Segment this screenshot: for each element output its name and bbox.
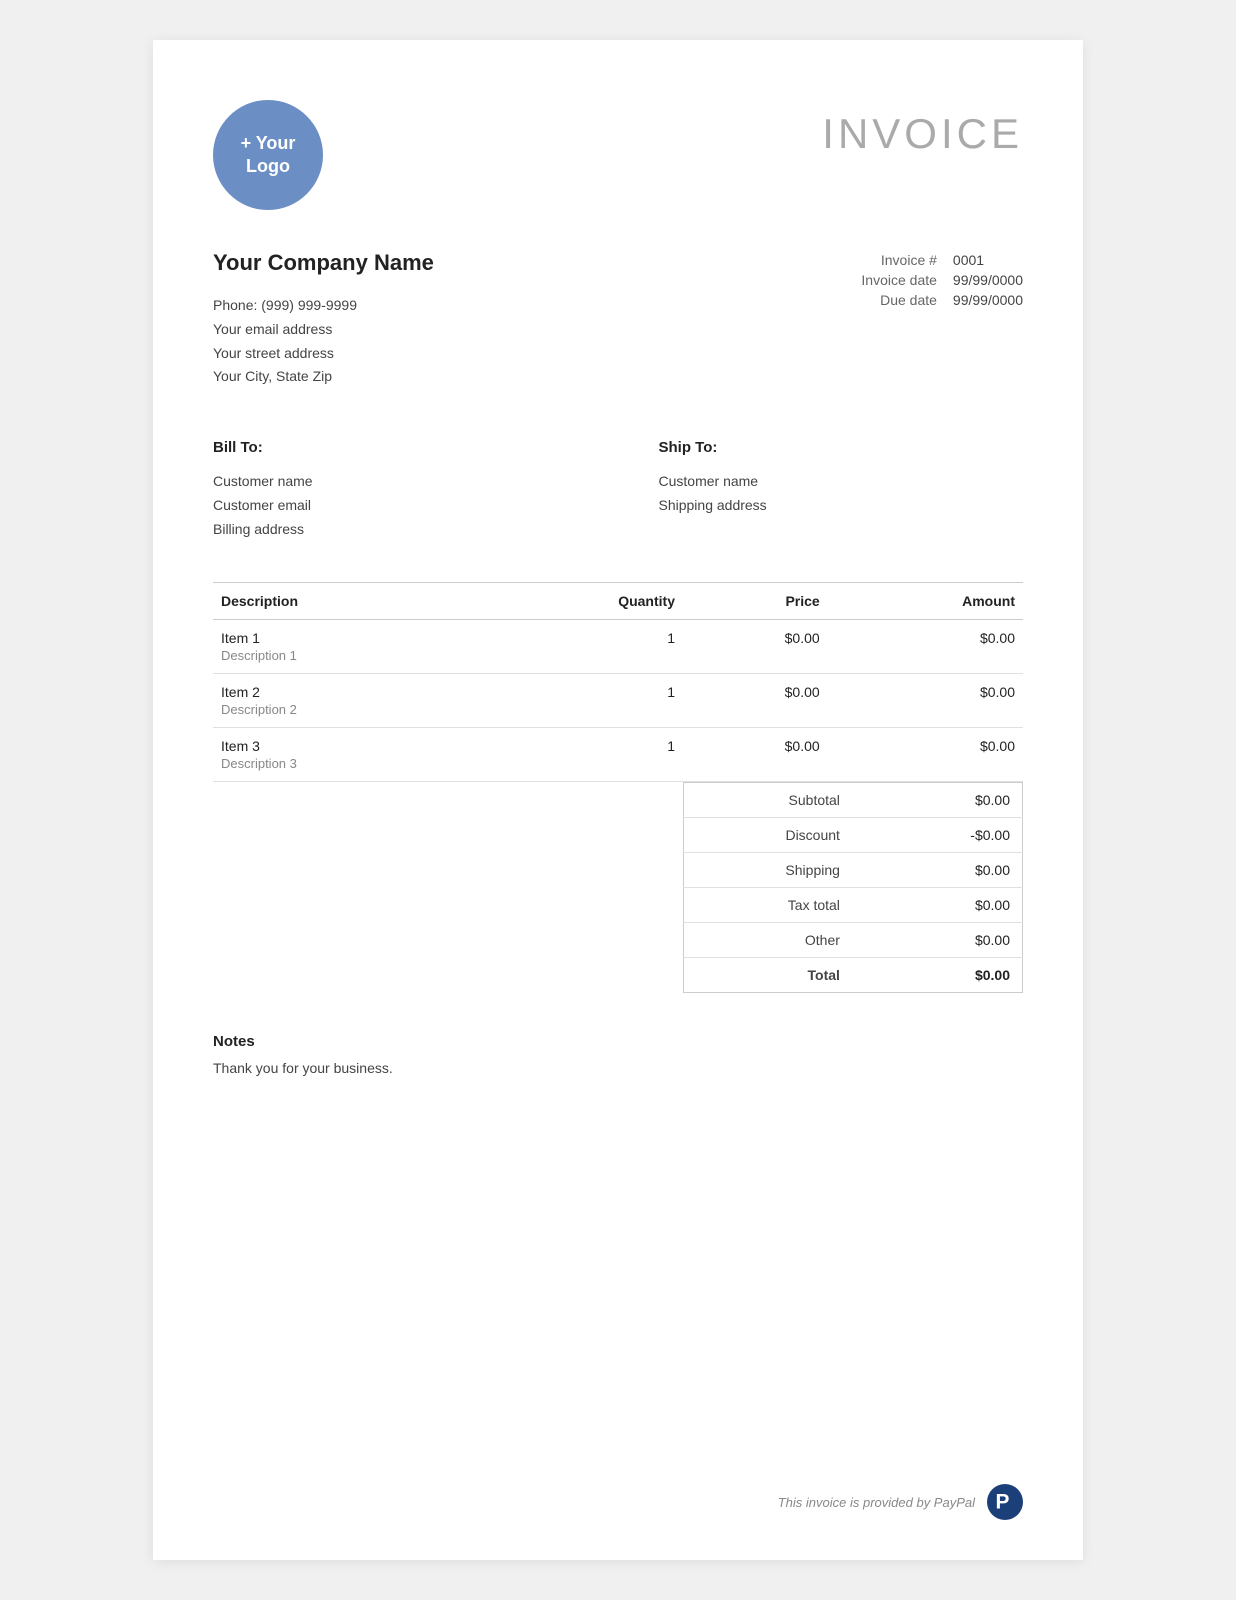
footer: This invoice is provided by PayPal P bbox=[778, 1484, 1023, 1520]
shipping-value: $0.00 bbox=[852, 852, 1023, 887]
table-row: Item 1 1 $0.00 $0.00 bbox=[213, 619, 1023, 648]
invoice-number-label: Invoice # bbox=[851, 250, 937, 270]
ship-shipping-address: Shipping address bbox=[659, 494, 1024, 518]
bill-customer-email: Customer email bbox=[213, 494, 578, 518]
totals-section: Subtotal $0.00 Discount -$0.00 Shipping … bbox=[213, 782, 1023, 993]
tax-value: $0.00 bbox=[852, 887, 1023, 922]
list-item: Description 1 bbox=[213, 648, 1023, 674]
other-row: Other $0.00 bbox=[684, 922, 1023, 957]
bill-customer-name: Customer name bbox=[213, 470, 578, 494]
company-email: Your email address bbox=[213, 318, 434, 342]
ship-to-details: Customer name Shipping address bbox=[659, 470, 1024, 518]
list-item: Description 2 bbox=[213, 702, 1023, 728]
logo-line1: + Your bbox=[241, 132, 296, 155]
shipping-row: Shipping $0.00 bbox=[684, 852, 1023, 887]
col-description: Description bbox=[213, 582, 477, 619]
item-amount-2: $0.00 bbox=[828, 727, 1023, 756]
ship-to: Ship To: Customer name Shipping address bbox=[659, 439, 1024, 541]
invoice-date-value: 99/99/0000 bbox=[937, 270, 1023, 290]
col-amount: Amount bbox=[828, 582, 1023, 619]
header: + Your Logo INVOICE bbox=[213, 100, 1023, 210]
company-details: Phone: (999) 999-9999 Your email address… bbox=[213, 294, 434, 389]
items-table: Description Quantity Price Amount Item 1… bbox=[213, 582, 1023, 782]
bill-to-details: Customer name Customer email Billing add… bbox=[213, 470, 578, 541]
item-price-0: $0.00 bbox=[683, 619, 828, 648]
discount-row: Discount -$0.00 bbox=[684, 817, 1023, 852]
col-quantity: Quantity bbox=[477, 582, 683, 619]
due-date-label: Due date bbox=[851, 290, 937, 310]
invoice-page: + Your Logo INVOICE Your Company Name Ph… bbox=[153, 40, 1083, 1560]
invoice-date-label: Invoice date bbox=[851, 270, 937, 290]
footer-text: This invoice is provided by PayPal bbox=[778, 1495, 975, 1510]
bill-to: Bill To: Customer name Customer email Bi… bbox=[213, 439, 578, 541]
notes-section: Notes Thank you for your business. bbox=[213, 1033, 1023, 1076]
shipping-label: Shipping bbox=[684, 852, 852, 887]
logo-button[interactable]: + Your Logo bbox=[213, 100, 323, 210]
svg-text:P: P bbox=[996, 1491, 1010, 1514]
paypal-icon: P bbox=[987, 1484, 1023, 1520]
billing-section: Bill To: Customer name Customer email Bi… bbox=[213, 439, 1023, 541]
table-row: Item 3 1 $0.00 $0.00 bbox=[213, 727, 1023, 756]
item-qty-1: 1 bbox=[477, 673, 683, 702]
notes-heading: Notes bbox=[213, 1033, 1023, 1050]
table-row: Item 2 1 $0.00 $0.00 bbox=[213, 673, 1023, 702]
subtotal-label: Subtotal bbox=[684, 782, 852, 817]
item-price-2: $0.00 bbox=[683, 727, 828, 756]
item-amount-0: $0.00 bbox=[828, 619, 1023, 648]
other-value: $0.00 bbox=[852, 922, 1023, 957]
ship-to-heading: Ship To: bbox=[659, 439, 1024, 456]
ship-customer-name: Customer name bbox=[659, 470, 1024, 494]
notes-text: Thank you for your business. bbox=[213, 1060, 1023, 1076]
total-label: Total bbox=[684, 957, 852, 992]
item-desc-1: Description 2 bbox=[213, 702, 1023, 728]
invoice-number-value: 0001 bbox=[937, 250, 1023, 270]
bill-to-heading: Bill To: bbox=[213, 439, 578, 456]
total-value: $0.00 bbox=[852, 957, 1023, 992]
item-desc-0: Description 1 bbox=[213, 648, 1023, 674]
discount-label: Discount bbox=[684, 817, 852, 852]
item-price-1: $0.00 bbox=[683, 673, 828, 702]
invoice-title: INVOICE bbox=[822, 110, 1023, 158]
tax-row: Tax total $0.00 bbox=[684, 887, 1023, 922]
item-qty-2: 1 bbox=[477, 727, 683, 756]
item-amount-1: $0.00 bbox=[828, 673, 1023, 702]
company-left: Your Company Name Phone: (999) 999-9999 … bbox=[213, 250, 434, 389]
item-name-1: Item 2 bbox=[213, 673, 477, 702]
item-desc-2: Description 3 bbox=[213, 756, 1023, 782]
total-row: Total $0.00 bbox=[684, 957, 1023, 992]
item-name-0: Item 1 bbox=[213, 619, 477, 648]
company-street: Your street address bbox=[213, 342, 434, 366]
col-price: Price bbox=[683, 582, 828, 619]
item-name-2: Item 3 bbox=[213, 727, 477, 756]
discount-value: -$0.00 bbox=[852, 817, 1023, 852]
due-date-value: 99/99/0000 bbox=[937, 290, 1023, 310]
company-city: Your City, State Zip bbox=[213, 365, 434, 389]
company-section: Your Company Name Phone: (999) 999-9999 … bbox=[213, 250, 1023, 389]
company-phone: Phone: (999) 999-9999 bbox=[213, 294, 434, 318]
subtotal-value: $0.00 bbox=[852, 782, 1023, 817]
company-name: Your Company Name bbox=[213, 250, 434, 276]
other-label: Other bbox=[684, 922, 852, 957]
totals-table: Subtotal $0.00 Discount -$0.00 Shipping … bbox=[683, 782, 1023, 993]
logo-line2: Logo bbox=[246, 155, 290, 178]
bill-billing-address: Billing address bbox=[213, 518, 578, 542]
subtotal-row: Subtotal $0.00 bbox=[684, 782, 1023, 817]
item-qty-0: 1 bbox=[477, 619, 683, 648]
invoice-meta: Invoice # 0001 Invoice date 99/99/0000 D… bbox=[851, 250, 1023, 389]
list-item: Description 3 bbox=[213, 756, 1023, 782]
tax-label: Tax total bbox=[684, 887, 852, 922]
